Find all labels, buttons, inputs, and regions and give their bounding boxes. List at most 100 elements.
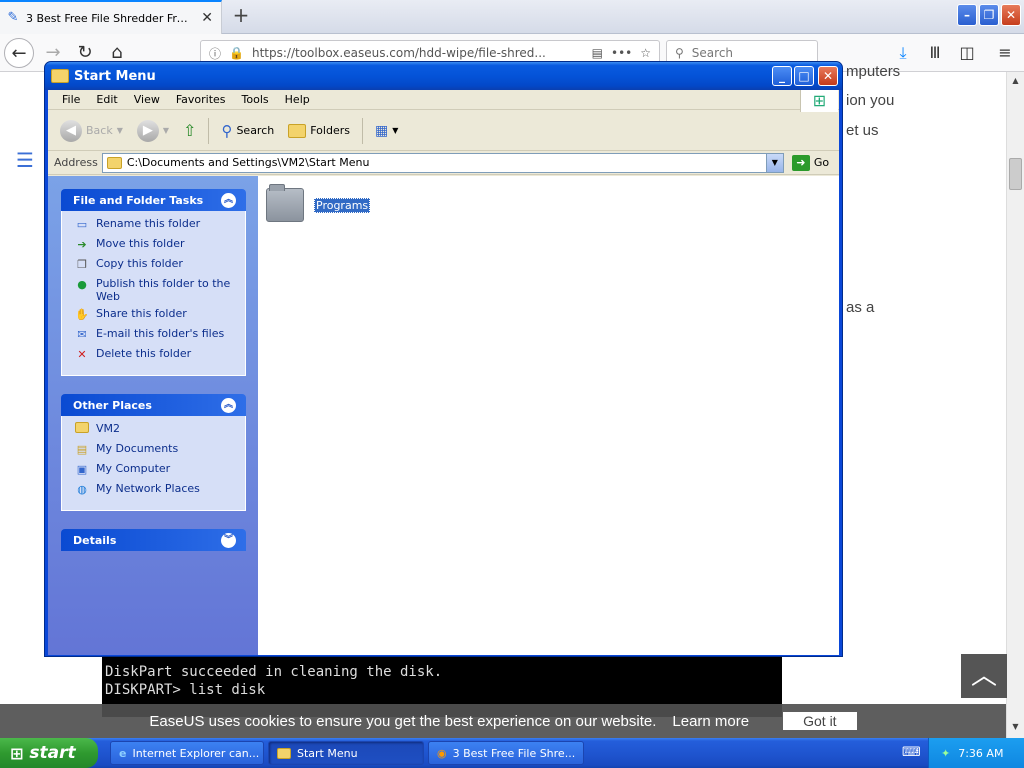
share-icon: ✋: [75, 308, 89, 321]
task-label: Publish this folder to the Web: [96, 277, 231, 303]
place-label: VM2: [96, 422, 121, 435]
scroll-thumb[interactable]: [1009, 158, 1022, 190]
panel-header[interactable]: Details ︾: [61, 529, 246, 551]
back-label: Back: [86, 124, 113, 137]
panel-header[interactable]: File and Folder Tasks ︽: [61, 189, 246, 211]
sidebar-icon[interactable]: ◫: [954, 40, 980, 66]
browser-close-button[interactable]: ✕: [1001, 4, 1021, 26]
browser-tab[interactable]: ✎ 3 Best Free File Shredder Free Do ✕: [0, 0, 222, 34]
page-scrollbar[interactable]: ▲ ▼: [1006, 72, 1024, 738]
new-tab-button[interactable]: +: [230, 4, 252, 28]
collapse-chevron-icon[interactable]: ︽: [221, 192, 236, 208]
reader-view-icon[interactable]: ▤: [592, 46, 603, 60]
folders-button[interactable]: Folders: [284, 123, 354, 138]
search-placeholder: Search: [691, 46, 734, 60]
views-icon: ▦: [374, 122, 389, 139]
place-my-computer[interactable]: ▣ My Computer: [74, 462, 237, 478]
delete-icon: ✕: [77, 348, 87, 361]
menu-view[interactable]: View: [126, 93, 168, 106]
views-button[interactable]: ▦ ▼: [371, 123, 402, 139]
task-email-files[interactable]: ✉ E-mail this folder's files: [74, 327, 237, 343]
task-move-folder[interactable]: ➔ Move this folder: [74, 237, 237, 253]
menu-tools[interactable]: Tools: [234, 93, 277, 106]
task-rename-folder[interactable]: ▭ Rename this folder: [74, 217, 237, 233]
cookie-text: EaseUS uses cookies to ensure you get th…: [149, 712, 657, 730]
folders-icon: [288, 123, 307, 138]
go-arrow-icon: ➜: [791, 154, 810, 171]
scroll-to-top-button[interactable]: ︿: [961, 654, 1007, 698]
taskbar-button-label: 3 Best Free File Shre...: [452, 746, 576, 760]
collapse-chevron-icon[interactable]: ︽: [221, 397, 236, 413]
taskbar-button-firefox[interactable]: ◉ 3 Best Free File Shre...: [428, 741, 584, 765]
menu-help[interactable]: Help: [277, 93, 318, 106]
explorer-toolbar: ◀ Back ▼ ▶ ▼ ⇧ ⚲ Search Folders ▦ ▼: [48, 111, 839, 151]
forward-button[interactable]: ▶ ▼: [133, 119, 173, 142]
back-arrow-icon[interactable]: ←: [4, 38, 34, 68]
terminal-line: DiskPart succeeded in cleaning the disk.: [105, 664, 443, 680]
tab-close-icon[interactable]: ✕: [199, 10, 215, 26]
panel-header[interactable]: Other Places ︽: [61, 394, 246, 416]
toc-list-icon[interactable]: ☰: [16, 148, 34, 172]
publish-web-icon: ●: [77, 278, 87, 291]
close-button[interactable]: ✕: [818, 66, 838, 86]
chevron-down-icon[interactable]: ▼: [765, 153, 783, 172]
folder-icon: [106, 156, 122, 169]
search-button[interactable]: ⚲ Search: [217, 122, 278, 140]
network-places-icon: ◍: [77, 483, 87, 496]
menu-favorites[interactable]: Favorites: [168, 93, 234, 106]
scroll-down-icon[interactable]: ▼: [1009, 720, 1022, 734]
info-icon[interactable]: ⓘ: [209, 45, 221, 62]
menu-file[interactable]: File: [54, 93, 88, 106]
browser-restore-button[interactable]: ❐: [979, 4, 999, 26]
taskbar-button-start-menu[interactable]: Start Menu: [268, 741, 424, 765]
library-icon[interactable]: Ⅲ: [922, 40, 948, 66]
task-label: Share this folder: [96, 307, 187, 320]
taskbar-button-label: Start Menu: [297, 746, 358, 760]
page-actions-icon[interactable]: •••: [611, 46, 632, 60]
keyboard-icon[interactable]: ⌨: [902, 745, 921, 760]
chevron-down-icon[interactable]: ▼: [163, 126, 169, 135]
place-vm2[interactable]: VM2: [74, 422, 237, 438]
place-my-documents[interactable]: ▤ My Documents: [74, 442, 237, 458]
expand-chevron-icon[interactable]: ︾: [221, 532, 236, 548]
task-delete-folder[interactable]: ✕ Delete this folder: [74, 347, 237, 363]
folder-item-programs[interactable]: Programs: [266, 184, 371, 222]
task-label: Delete this folder: [96, 347, 192, 360]
terminal-line: DISKPART> list disk: [105, 682, 266, 698]
task-publish-folder[interactable]: ● Publish this folder to the Web: [74, 277, 237, 303]
address-input[interactable]: C:\Documents and Settings\VM2\Start Menu…: [101, 152, 784, 173]
chevron-down-icon[interactable]: ▼: [117, 126, 123, 135]
scroll-up-icon[interactable]: ▲: [1009, 74, 1022, 88]
start-button[interactable]: ⊞ start: [0, 738, 98, 768]
maximize-button[interactable]: □: [794, 66, 814, 86]
lock-icon: 🔒: [229, 46, 244, 60]
explorer-window: Start Menu _ □ ✕ File Edit View Favorite…: [44, 61, 843, 657]
email-icon: ✉: [77, 328, 87, 341]
file-folder-tasks-panel: File and Folder Tasks ︽ ▭ Rename this fol…: [61, 189, 246, 376]
cookie-banner: EaseUS uses cookies to ensure you get th…: [0, 704, 1006, 738]
windows-logo-icon: ⊞: [800, 90, 838, 112]
menu-icon[interactable]: ≡: [992, 40, 1018, 66]
explorer-titlebar[interactable]: Start Menu: [45, 62, 842, 90]
page-text-line: ion you: [846, 92, 895, 109]
taskbar-button-ie[interactable]: e Internet Explorer can...: [110, 741, 264, 765]
back-button[interactable]: ◀ Back ▼: [56, 119, 127, 142]
explorer-body: File Edit View Favorites Tools Help ⊞ ◀ …: [48, 90, 839, 655]
panel-title: File and Folder Tasks: [73, 193, 204, 207]
forward-icon: ▶: [136, 119, 159, 142]
task-pane: File and Folder Tasks ︽ ▭ Rename this fol…: [48, 176, 258, 655]
tray-app-icon[interactable]: ✦: [941, 747, 950, 760]
search-label: Search: [236, 124, 275, 137]
minimize-button[interactable]: _: [772, 66, 792, 86]
learn-more-link[interactable]: Learn more: [672, 713, 749, 730]
menu-edit[interactable]: Edit: [88, 93, 125, 106]
got-it-button[interactable]: Got it: [783, 712, 857, 730]
task-copy-folder[interactable]: ❐ Copy this folder: [74, 257, 237, 273]
up-folder-button[interactable]: ⇧: [179, 121, 200, 140]
bookmark-star-icon[interactable]: ☆: [640, 46, 651, 60]
browser-minimize-button[interactable]: –: [957, 4, 977, 26]
go-button[interactable]: ➜ Go: [791, 154, 829, 171]
task-share-folder[interactable]: ✋ Share this folder: [74, 307, 237, 323]
place-network-places[interactable]: ◍ My Network Places: [74, 482, 237, 498]
chevron-down-icon[interactable]: ▼: [392, 126, 398, 135]
